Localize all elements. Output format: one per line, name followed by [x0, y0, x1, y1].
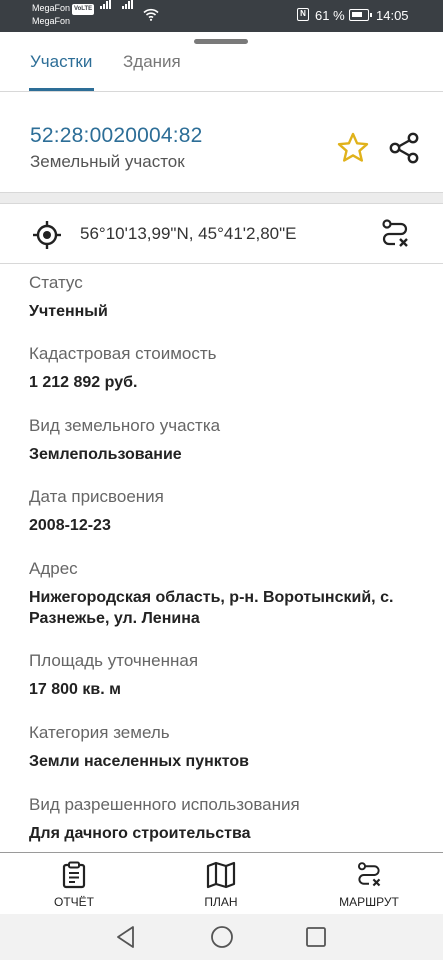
- nav-route-label: МАРШРУТ: [339, 895, 399, 909]
- field-value: 17 800 кв. м: [29, 681, 121, 698]
- tab-plots[interactable]: Участки: [30, 52, 92, 72]
- nav-route[interactable]: МАРШРУТ: [314, 861, 424, 909]
- coordinates-text: 56°10'13,99"N, 45°41'2,80"E: [80, 224, 297, 243]
- field-area: Площадь уточненная 17 800 кв. м: [29, 650, 429, 700]
- nav-report-label: ОТЧЁТ: [53, 895, 94, 909]
- bottom-nav: ОТЧЁТ ПЛАН МАРШРУТ: [0, 852, 443, 914]
- share-icon[interactable]: [386, 130, 422, 166]
- field-land-category: Категория земель Земли населенных пункто…: [29, 722, 429, 772]
- carrier-1-name: MegaFon: [32, 3, 71, 13]
- field-value: Для дачного строительства: [29, 825, 251, 842]
- status-bar: MegaFon VoLTE MegaFon N 61 % 14:05: [0, 0, 443, 32]
- field-label: Категория земель: [29, 723, 170, 742]
- field-assigned-date: Дата присвоения 2008-12-23: [29, 486, 429, 536]
- field-label: Вид разрешенного использования: [29, 795, 300, 814]
- carrier-1: MegaFon VoLTE: [32, 3, 95, 15]
- nav-report[interactable]: ОТЧЁТ: [19, 861, 129, 909]
- clock: 14:05: [376, 8, 409, 23]
- map-icon: [206, 861, 236, 889]
- field-land-kind: Вид земельного участка Землепользование: [29, 415, 429, 465]
- nfc-icon: N: [297, 8, 309, 21]
- field-label: Кадастровая стоимость: [29, 344, 217, 363]
- home-icon[interactable]: [209, 924, 235, 950]
- field-value: Учтенный: [29, 303, 108, 320]
- route-icon: [357, 862, 381, 887]
- route-icon[interactable]: [380, 218, 410, 250]
- field-value: 1 212 892 руб.: [29, 374, 138, 391]
- field-value: Земли населенных пунктов: [29, 753, 250, 770]
- coordinates-row: 56°10'13,99"N, 45°41'2,80"E: [0, 204, 443, 264]
- field-label: Дата присвоения: [29, 487, 164, 506]
- object-type: Земельный участок: [30, 152, 185, 171]
- field-label: Вид земельного участка: [29, 416, 221, 435]
- cadastral-number: 52:28:0020004:82: [30, 124, 203, 147]
- field-label: Адрес: [29, 559, 78, 578]
- system-nav-bar: [0, 914, 443, 960]
- tab-bar: Участки Здания: [0, 44, 443, 92]
- volte-badge: VoLTE: [72, 4, 95, 15]
- field-permitted-use: Вид разрешенного использования Для дачно…: [29, 794, 429, 844]
- field-value: 2008-12-23: [29, 517, 111, 534]
- field-cadastral-value: Кадастровая стоимость 1 212 892 руб.: [29, 343, 429, 393]
- field-label: Площадь уточненная: [29, 651, 199, 670]
- recents-icon[interactable]: [304, 924, 328, 950]
- carrier-2-name: MegaFon: [32, 16, 71, 26]
- nav-plan-label: ПЛАН: [204, 895, 238, 909]
- favorite-star-icon[interactable]: [336, 131, 370, 165]
- tab-buildings[interactable]: Здания: [123, 52, 181, 72]
- field-value: Землепользование: [29, 446, 182, 463]
- section-divider: [0, 192, 443, 204]
- battery-percent: 61 %: [315, 8, 345, 23]
- field-address: Адрес Нижегородская область, р-н. Вороты…: [29, 558, 429, 629]
- wifi-icon: [143, 8, 159, 21]
- my-location-icon[interactable]: [32, 220, 62, 250]
- field-value: Нижегородская область, р-н. Воротынский,…: [29, 589, 394, 627]
- active-tab-indicator: [29, 88, 94, 91]
- battery-icon: [349, 9, 372, 21]
- back-icon[interactable]: [114, 924, 138, 950]
- report-icon: [62, 861, 86, 889]
- field-label: Статус: [29, 273, 83, 292]
- field-status: Статус Учтенный: [29, 272, 429, 322]
- nav-plan[interactable]: ПЛАН: [166, 861, 276, 909]
